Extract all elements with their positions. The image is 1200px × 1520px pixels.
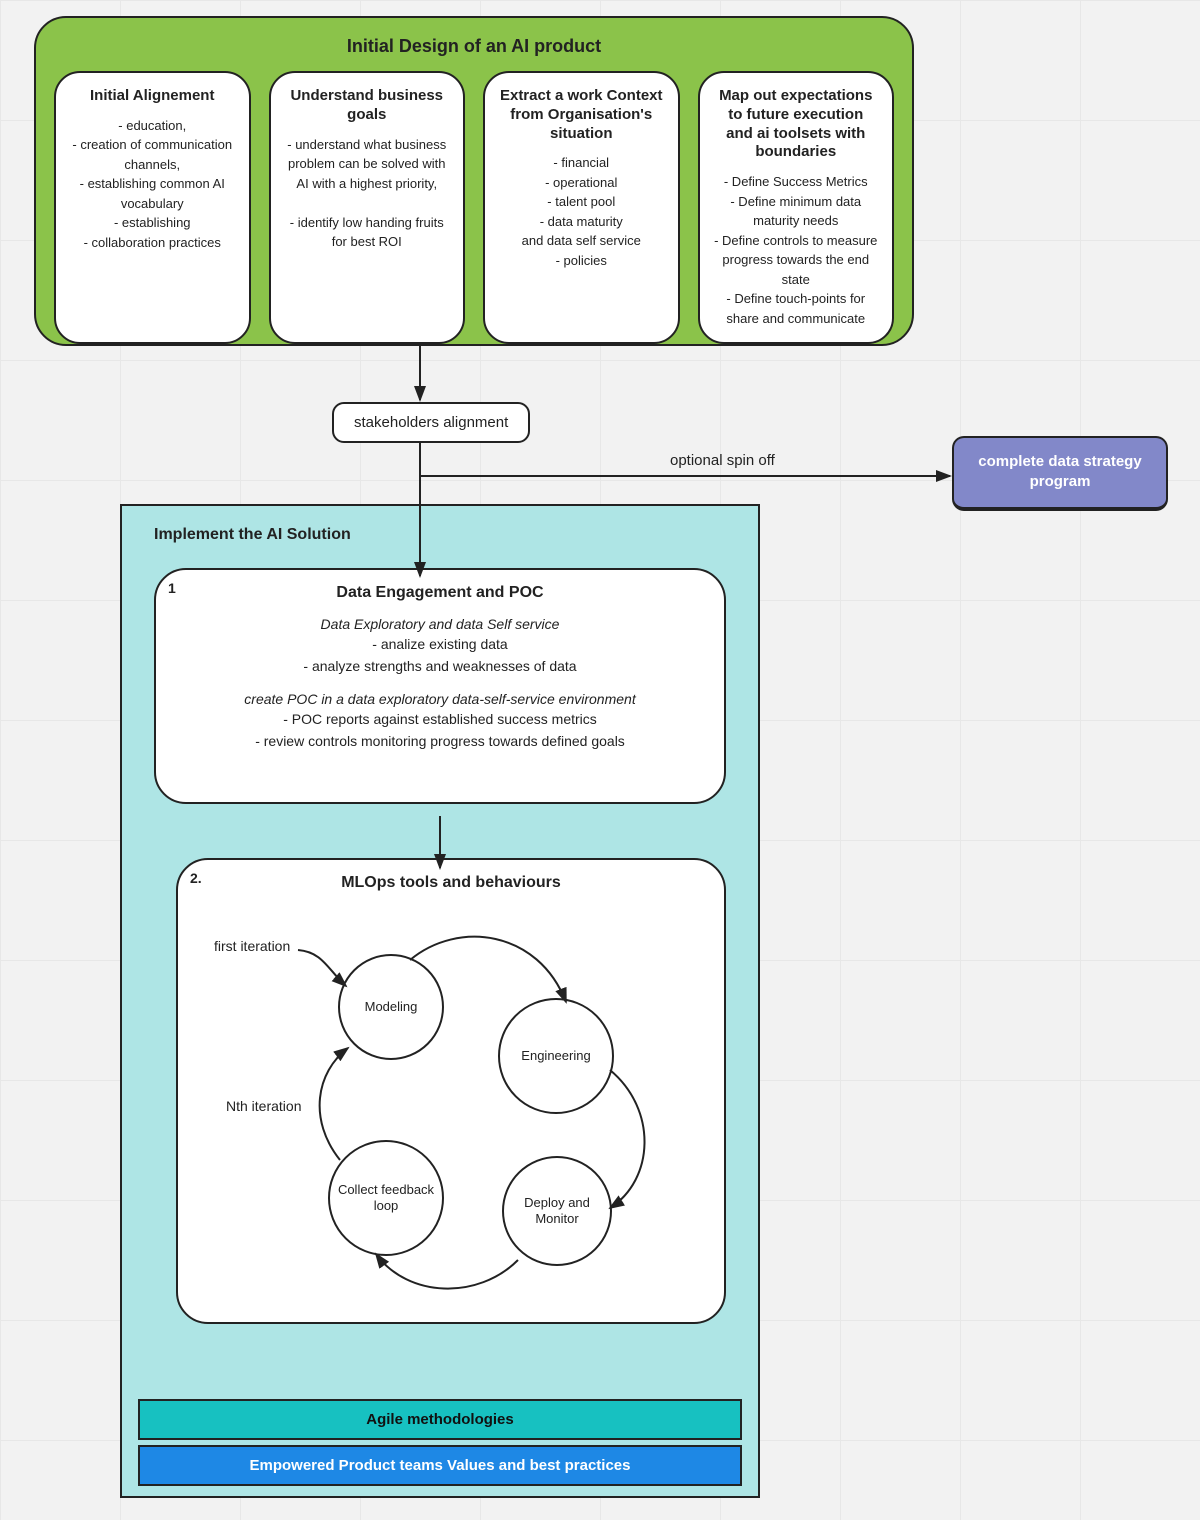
initial-design-panel: Initial Design of an AI product Initial …: [34, 16, 914, 346]
data-strategy-node: complete data strategy program: [952, 436, 1168, 511]
initial-design-title: Initial Design of an AI product: [54, 36, 894, 57]
poc-lines1: - analize existing data - analyze streng…: [156, 634, 724, 677]
feedback-circle: Collect feedback loop: [328, 1140, 444, 1256]
deploy-circle: Deploy and Monitor: [502, 1156, 612, 1266]
poc-number: 1: [168, 580, 176, 596]
mlops-title: MLOps tools and behaviours: [178, 874, 724, 892]
card-body: - education, - creation of communication…: [70, 116, 235, 253]
poc-title: Data Engagement and POC: [156, 584, 724, 602]
card-body: - Define Success Metrics - Define minimu…: [714, 172, 879, 328]
card-title: Map out expectations to future execution…: [714, 87, 879, 162]
mlops-arrows: [178, 860, 738, 1326]
card-title: Initial Alignement: [70, 87, 235, 106]
initial-design-cards: Initial Alignement - education, - creati…: [54, 71, 894, 344]
engineering-circle: Engineering: [498, 998, 614, 1114]
mlops-number: 2.: [190, 870, 202, 886]
card-work-context: Extract a work Context from Organisation…: [483, 71, 680, 344]
poc-card: 1 Data Engagement and POC Data Explorato…: [154, 568, 726, 804]
card-title: Understand business goals: [285, 87, 450, 125]
card-expectations: Map out expectations to future execution…: [698, 71, 895, 344]
agile-bar: Agile methodologies: [138, 1399, 742, 1440]
empowered-bar: Empowered Product teams Values and best …: [138, 1445, 742, 1486]
card-business-goals: Understand business goals - understand w…: [269, 71, 466, 344]
first-iteration-label: first iteration: [214, 938, 290, 954]
spin-off-label: optional spin off: [670, 452, 775, 469]
card-body: - understand what business problem can b…: [285, 135, 450, 252]
card-body: - financial - operational - talent pool …: [499, 153, 664, 270]
implement-title: Implement the AI Solution: [154, 526, 734, 544]
mlops-card: 2. MLOps tools and behaviours first iter…: [176, 858, 726, 1324]
card-initial-alignment: Initial Alignement - education, - creati…: [54, 71, 251, 344]
poc-sub1: Data Exploratory and data Self service: [156, 616, 724, 632]
poc-lines2: - POC reports against established succes…: [156, 709, 724, 752]
stakeholders-node: stakeholders alignment: [332, 402, 530, 443]
nth-iteration-label: Nth iteration: [226, 1098, 301, 1114]
implement-panel: Implement the AI Solution 1 Data Engagem…: [120, 504, 760, 1498]
modeling-circle: Modeling: [338, 954, 444, 1060]
card-title: Extract a work Context from Organisation…: [499, 87, 664, 143]
poc-sub2: create POC in a data exploratory data-se…: [156, 691, 724, 707]
